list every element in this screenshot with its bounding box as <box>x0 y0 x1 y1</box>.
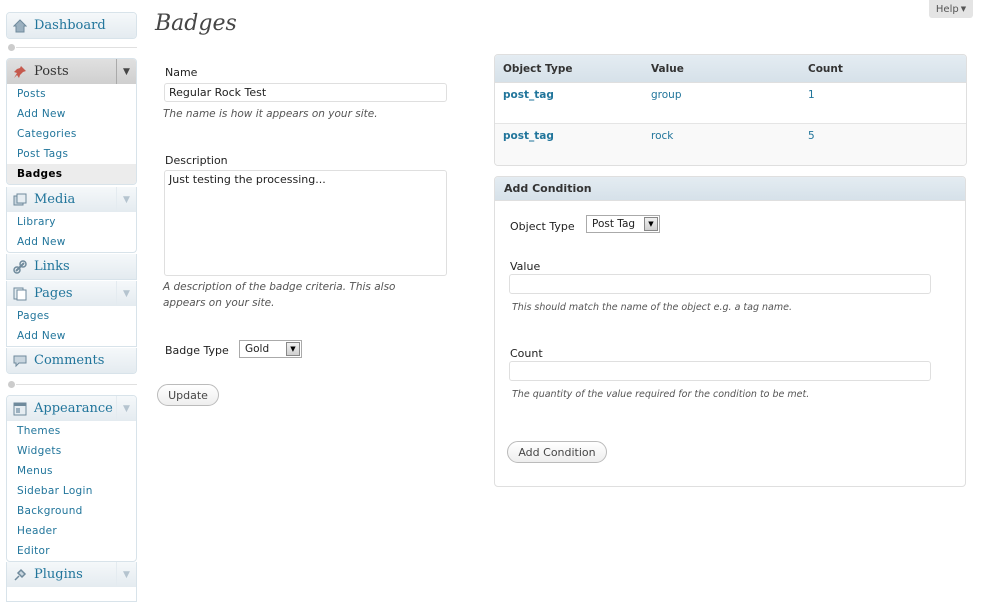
menu-label-media[interactable]: Media <box>34 192 116 207</box>
menu-head-plugins[interactable]: Plugins ▼ <box>7 562 136 587</box>
chevron-down-icon[interactable]: ▼ <box>116 562 136 587</box>
chevron-down-icon: ▼ <box>960 5 967 13</box>
link-icon <box>12 259 28 275</box>
column-header-value[interactable]: Value <box>651 63 808 75</box>
count-label: Count <box>510 347 543 360</box>
menu-label-links[interactable]: Links <box>34 259 136 274</box>
cell-count: 1 <box>808 89 815 101</box>
plugin-icon <box>12 567 28 583</box>
menu-label-dashboard[interactable]: Dashboard <box>34 18 136 33</box>
count-hint: The quantity of the value required for t… <box>512 389 810 400</box>
menu-media[interactable]: Media ▼ Library Add New <box>6 187 137 253</box>
chevron-down-icon: ▼ <box>644 217 658 231</box>
menu-label-posts[interactable]: Posts <box>34 64 116 79</box>
name-input[interactable] <box>164 83 447 102</box>
add-condition-button[interactable]: Add Condition <box>507 441 607 463</box>
update-button[interactable]: Update <box>157 384 219 406</box>
object-type-value: Post Tag <box>592 218 636 230</box>
badge-type-label: Badge Type <box>165 344 229 357</box>
chevron-down-icon[interactable]: ▼ <box>116 59 136 84</box>
badge-type-value: Gold <box>245 343 270 355</box>
add-condition-title: Add Condition <box>495 177 965 201</box>
appearance-icon <box>12 401 28 417</box>
menu-separator <box>6 381 137 388</box>
description-hint: A description of the badge criteria. Thi… <box>163 279 395 311</box>
menu-label-appearance[interactable]: Appearance <box>34 401 116 416</box>
value-input[interactable] <box>509 274 931 294</box>
value-label: Value <box>510 260 541 273</box>
conditions-table: Object Type Value Count post_tag group 1… <box>494 54 967 166</box>
description-hint-line2: appears on your site. <box>163 297 275 309</box>
menu-head-posts[interactable]: Posts ▼ <box>7 59 136 84</box>
submenu-add-new-media[interactable]: Add New <box>7 232 136 252</box>
media-icon <box>12 192 28 208</box>
column-header-count[interactable]: Count <box>808 63 966 75</box>
submenu-menus[interactable]: Menus <box>7 461 136 481</box>
menu-head-dashboard[interactable]: Dashboard <box>7 13 136 38</box>
submenu-widgets[interactable]: Widgets <box>7 441 136 461</box>
menu-head-appearance[interactable]: Appearance ▼ <box>7 396 136 421</box>
menu-dashboard[interactable]: Dashboard <box>6 12 137 39</box>
table-header: Object Type Value Count <box>495 55 966 83</box>
menu-separator <box>6 44 137 51</box>
pushpin-icon <box>12 64 28 80</box>
submenu-post-tags[interactable]: Post Tags <box>7 144 136 164</box>
menu-label-plugins[interactable]: Plugins <box>34 567 116 582</box>
column-header-object-type[interactable]: Object Type <box>495 63 651 75</box>
submenu-editor[interactable]: Editor <box>7 541 136 561</box>
menu-plugins[interactable]: Plugins ▼ <box>6 562 137 602</box>
menu-links[interactable]: Links <box>6 254 137 280</box>
cell-value: rock <box>651 130 674 142</box>
submenu-background[interactable]: Background <box>7 501 136 521</box>
cell-value: group <box>651 89 682 101</box>
submenu-posts[interactable]: Posts <box>7 84 136 104</box>
table-row: post_tag rock 5 <box>495 124 966 165</box>
pages-icon <box>12 286 28 302</box>
submenu-add-new-page[interactable]: Add New <box>7 326 136 346</box>
submenu-sidebar-login[interactable]: Sidebar Login <box>7 481 136 501</box>
submenu-add-new-post[interactable]: Add New <box>7 104 136 124</box>
cell-object-type[interactable]: post_tag <box>495 89 651 101</box>
submenu-categories[interactable]: Categories <box>7 124 136 144</box>
menu-head-comments[interactable]: Comments <box>7 348 136 373</box>
description-textarea[interactable]: Just testing the processing... <box>164 170 447 276</box>
menu-head-media[interactable]: Media ▼ <box>7 187 136 212</box>
submenu-pages[interactable]: Pages <box>7 306 136 326</box>
cell-object-type[interactable]: post_tag <box>495 130 651 142</box>
page-title: Badges <box>155 11 237 36</box>
comment-icon <box>12 353 28 369</box>
menu-head-pages[interactable]: Pages ▼ <box>7 281 136 306</box>
menu-head-links[interactable]: Links <box>7 254 136 279</box>
description-hint-line1: A description of the badge criteria. Thi… <box>163 281 396 293</box>
help-label: Help <box>935 3 959 15</box>
description-label: Description <box>165 154 228 167</box>
menu-pages[interactable]: Pages ▼ Pages Add New <box>6 281 137 347</box>
home-icon <box>12 18 28 34</box>
object-type-select[interactable]: Post Tag ▼ <box>586 215 660 233</box>
chevron-down-icon[interactable]: ▼ <box>116 396 136 421</box>
table-row: post_tag group 1 <box>495 83 966 124</box>
badge-type-select[interactable]: Gold ▼ <box>239 340 302 358</box>
submenu-header[interactable]: Header <box>7 521 136 541</box>
chevron-down-icon: ▼ <box>286 342 300 356</box>
count-input[interactable] <box>509 361 931 381</box>
help-button[interactable]: Help ▼ <box>929 0 973 18</box>
name-hint: The name is how it appears on your site. <box>163 108 378 120</box>
menu-comments[interactable]: Comments <box>6 348 137 374</box>
submenu-library[interactable]: Library <box>7 212 136 232</box>
menu-appearance[interactable]: Appearance ▼ Themes Widgets Menus Sideba… <box>6 395 137 562</box>
submenu-themes[interactable]: Themes <box>7 421 136 441</box>
submenu-badges[interactable]: Badges <box>7 164 136 184</box>
menu-posts[interactable]: Posts ▼ Posts Add New Categories Post Ta… <box>6 58 137 185</box>
cell-count: 5 <box>808 130 815 142</box>
name-label: Name <box>165 66 198 79</box>
object-type-label: Object Type <box>510 220 575 233</box>
menu-label-pages[interactable]: Pages <box>34 286 116 301</box>
chevron-down-icon[interactable]: ▼ <box>116 281 136 306</box>
chevron-down-icon[interactable]: ▼ <box>116 187 136 212</box>
menu-label-comments[interactable]: Comments <box>34 353 136 368</box>
value-hint: This should match the name of the object… <box>512 302 792 313</box>
